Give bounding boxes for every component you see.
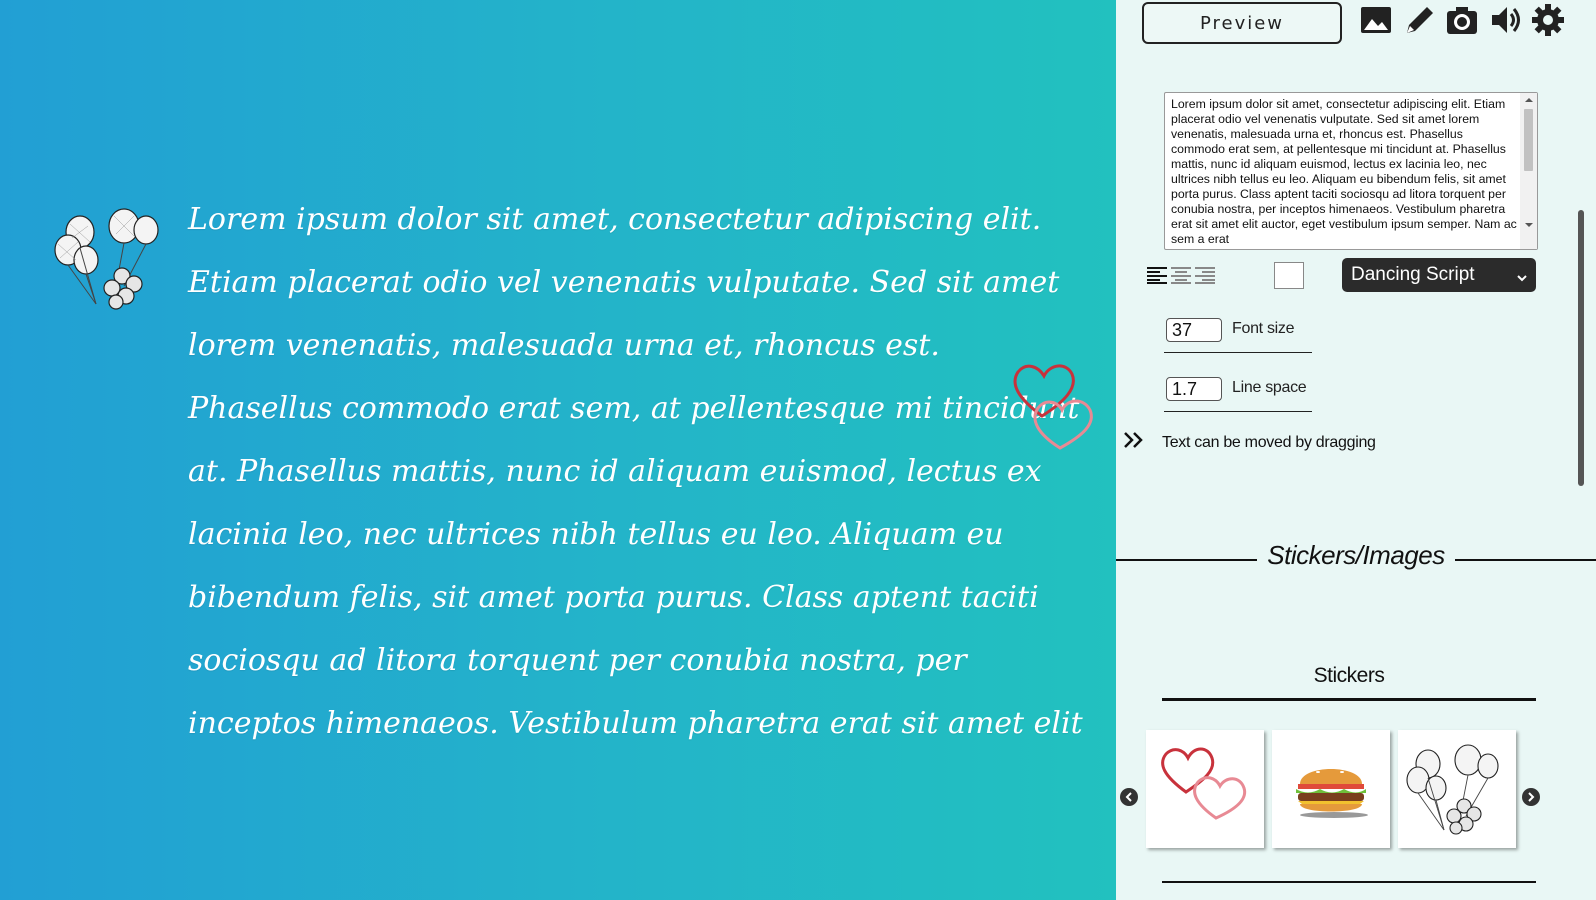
font-size-row: 37 Font size (1164, 318, 1312, 353)
align-right-icon[interactable] (1194, 265, 1216, 285)
carousel-prev-button[interactable] (1120, 788, 1138, 806)
design-canvas[interactable]: Lorem ipsum dolor sit amet, consectetur … (0, 0, 1116, 900)
text-input-area[interactable]: Lorem ipsum dolor sit amet, consectetur … (1164, 92, 1538, 250)
speaker-icon[interactable] (1488, 2, 1524, 38)
hearts-sticker[interactable] (1146, 730, 1264, 848)
canvas-text-line: lorem venenatis, malesuada urna et, rhon… (188, 328, 940, 363)
chevron-down-icon (1516, 268, 1528, 290)
font-size-input[interactable]: 37 (1166, 318, 1222, 342)
hearts-icon[interactable] (1008, 358, 1104, 458)
balloons-icon[interactable] (52, 204, 164, 318)
font-family-select[interactable]: Dancing Script (1342, 258, 1536, 292)
burger-sticker[interactable] (1272, 730, 1390, 848)
canvas-text-line: at. Phasellus mattis, nunc id aliquam eu… (188, 454, 1042, 489)
section-rule (1162, 881, 1536, 883)
section-divider: Stickers/Images (1116, 540, 1596, 580)
balloons-sticker[interactable] (1398, 730, 1516, 848)
pencil-icon[interactable] (1402, 2, 1438, 38)
canvas-text-line: Etiam placerat odio vel venenatis vulput… (188, 265, 1060, 300)
canvas-text-line: Lorem ipsum dolor sit amet, consectetur … (188, 202, 1042, 237)
canvas-text-line: lacinia leo, nec ultrices nibh tellus eu… (188, 517, 1004, 552)
section-heading: Stickers/Images (1257, 540, 1455, 570)
image-icon[interactable] (1358, 2, 1394, 38)
canvas-text-line: Phasellus commodo erat sem, at pellentes… (188, 391, 1080, 426)
camera-icon[interactable] (1444, 2, 1480, 38)
preview-button[interactable]: Preview (1142, 2, 1342, 44)
canvas-text-line: bibendum felis, sit amet porta purus. Cl… (188, 580, 1039, 615)
drag-hint-text: Text can be moved by dragging (1162, 434, 1376, 451)
gear-icon[interactable] (1530, 2, 1566, 38)
canvas-text-line: sociosqu ad litora torquent per conubia … (188, 643, 967, 678)
font-family-value: Dancing Script (1351, 264, 1475, 285)
align-center-icon[interactable] (1170, 265, 1192, 285)
double-chevron-right-icon[interactable] (1122, 430, 1146, 456)
panel-scrollbar[interactable] (1578, 210, 1584, 486)
canvas-text-line: inceptos himenaeos. Vestibulum pharetra … (188, 706, 1083, 741)
align-left-icon[interactable] (1146, 265, 1168, 285)
line-space-label: Line space (1232, 379, 1307, 396)
text-color-swatch[interactable] (1274, 262, 1304, 289)
line-space-row: 1.7 Line space (1164, 377, 1312, 412)
editor-panel: Preview Lorem ipsum dolor sit amet, cons… (1116, 0, 1596, 900)
canvas-text-block[interactable]: Lorem ipsum dolor sit amet, consectetur … (188, 188, 1083, 755)
tab-stickers[interactable]: Stickers (1162, 664, 1536, 701)
textarea-scrollbar[interactable] (1520, 93, 1537, 249)
line-space-input[interactable]: 1.7 (1166, 377, 1222, 401)
font-size-label: Font size (1232, 320, 1295, 337)
carousel-next-button[interactable] (1522, 788, 1540, 806)
